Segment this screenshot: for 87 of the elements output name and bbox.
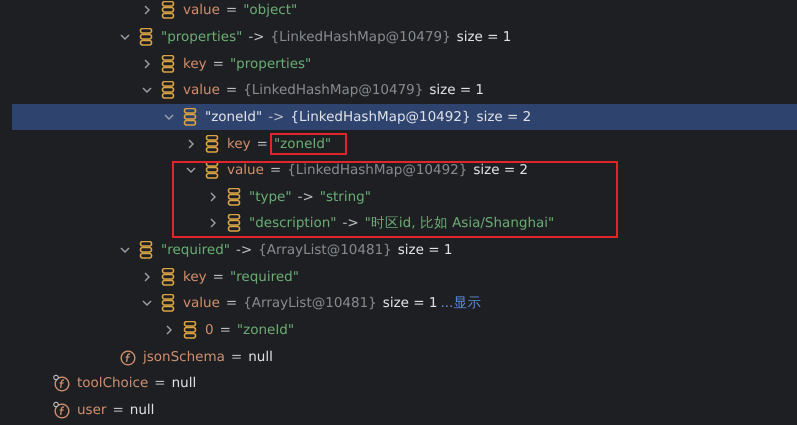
operator: -> [248, 28, 264, 45]
string-value: "zoneId" [236, 322, 294, 338]
tree-row[interactable]: value = "object" [12, 0, 797, 24]
variable-name: key [183, 56, 207, 72]
size-label: size = 2 [476, 108, 532, 125]
variable-name: value [227, 162, 264, 178]
tree-row[interactable]: "required" -> {ArrayList@10481} size = 1 [12, 236, 797, 264]
size-label: size = 1 [382, 295, 438, 312]
field-icon [53, 374, 70, 392]
tree-row[interactable]: toolChoice = null [12, 370, 797, 397]
string-value: "required" [161, 242, 230, 258]
variable-name: toolChoice [77, 375, 148, 392]
null-value: null [172, 375, 196, 392]
variable-name: user [77, 402, 106, 418]
variable-name: value [183, 82, 220, 98]
tree-row[interactable]: "zoneId" -> {LinkedHashMap@10492} size = 2 [12, 104, 797, 130]
tree-row[interactable]: user = null [12, 396, 797, 424]
variable-name: jsonSchema [143, 348, 225, 365]
string-value: "string" [320, 188, 371, 205]
tree-row[interactable]: "type" -> "string" [12, 183, 797, 210]
null-value: null [130, 402, 154, 418]
operator: = [226, 2, 238, 18]
operator: = [226, 295, 238, 312]
type-reference: {LinkedHashMap@10492} [287, 162, 468, 178]
stack-icon [227, 188, 241, 206]
field-icon [53, 400, 70, 419]
stack-icon [227, 214, 241, 232]
string-value: "required" [230, 268, 299, 285]
stack-icon [183, 321, 197, 339]
stack-icon [183, 108, 197, 126]
operator: = [154, 375, 166, 392]
tree-row[interactable]: "properties" -> {LinkedHashMap@10479} size = 1 [12, 24, 797, 50]
stack-icon [205, 161, 219, 180]
string-value: "properties" [161, 28, 242, 45]
null-value: null [248, 348, 273, 365]
string-value: "时区id, 比如 Asia/Shanghai" [364, 214, 554, 232]
type-reference: {LinkedHashMap@10492} [290, 108, 471, 125]
tree-row[interactable]: value = {LinkedHashMap@10492} size = 2 [12, 156, 797, 184]
operator: = [212, 268, 224, 285]
variable-name: key [227, 136, 251, 152]
tree-row[interactable]: jsonSchema = null [12, 343, 797, 370]
tree-row[interactable]: value = {ArrayList@10481} size = 1 ...显示 [12, 290, 797, 317]
string-value: "zoneId" [270, 132, 348, 155]
size-label: size = 1 [398, 242, 452, 258]
show-link[interactable]: ...显示 [440, 294, 482, 312]
operator: = [226, 82, 238, 98]
stack-icon [161, 54, 175, 73]
string-value: "description" [249, 215, 336, 232]
operator: = [270, 162, 282, 178]
stack-icon [205, 134, 219, 153]
operator: = [230, 348, 242, 365]
operator: = [112, 402, 124, 418]
stack-icon [161, 268, 175, 286]
string-value: "object" [243, 2, 298, 18]
string-value: "type" [249, 188, 292, 205]
tree-row[interactable]: key = "properties" [12, 50, 797, 77]
operator: -> [268, 108, 284, 125]
size-label: size = 2 [473, 162, 528, 178]
type-reference: {LinkedHashMap@10479} [243, 82, 424, 98]
stack-icon [161, 81, 175, 100]
string-value: "zoneId" [205, 108, 262, 125]
size-label: size = 1 [429, 82, 484, 98]
stack-icon [139, 241, 153, 260]
string-value: "properties" [230, 56, 312, 72]
tree-row[interactable]: key = "required" [12, 263, 797, 290]
tree-row[interactable]: key = "zoneId" [12, 130, 797, 157]
operator: -> [236, 242, 252, 258]
stack-icon [161, 1, 175, 20]
tree-row[interactable]: 0 = "zoneId" [12, 316, 797, 344]
field-icon [119, 348, 136, 366]
type-reference: {ArrayList@10481} [243, 295, 377, 312]
tree-row[interactable]: value = {LinkedHashMap@10479} size = 1 [12, 76, 797, 104]
size-label: size = 1 [456, 28, 512, 45]
operator: -> [342, 215, 359, 232]
variable-name: key [183, 268, 207, 285]
variable-name: 0 [205, 322, 214, 338]
operator: -> [298, 188, 314, 205]
operator: = [212, 56, 224, 72]
type-reference: {ArrayList@10481} [258, 242, 392, 258]
stack-icon [139, 28, 153, 46]
operator: = [256, 136, 268, 152]
operator: = [220, 322, 231, 338]
tree-row[interactable]: "description" -> "时区id, 比如 Asia/Shanghai" [12, 210, 797, 237]
stack-icon [161, 294, 175, 312]
variable-name: value [183, 295, 220, 312]
type-reference: {LinkedHashMap@10479} [270, 28, 451, 45]
variable-name: value [183, 2, 220, 18]
